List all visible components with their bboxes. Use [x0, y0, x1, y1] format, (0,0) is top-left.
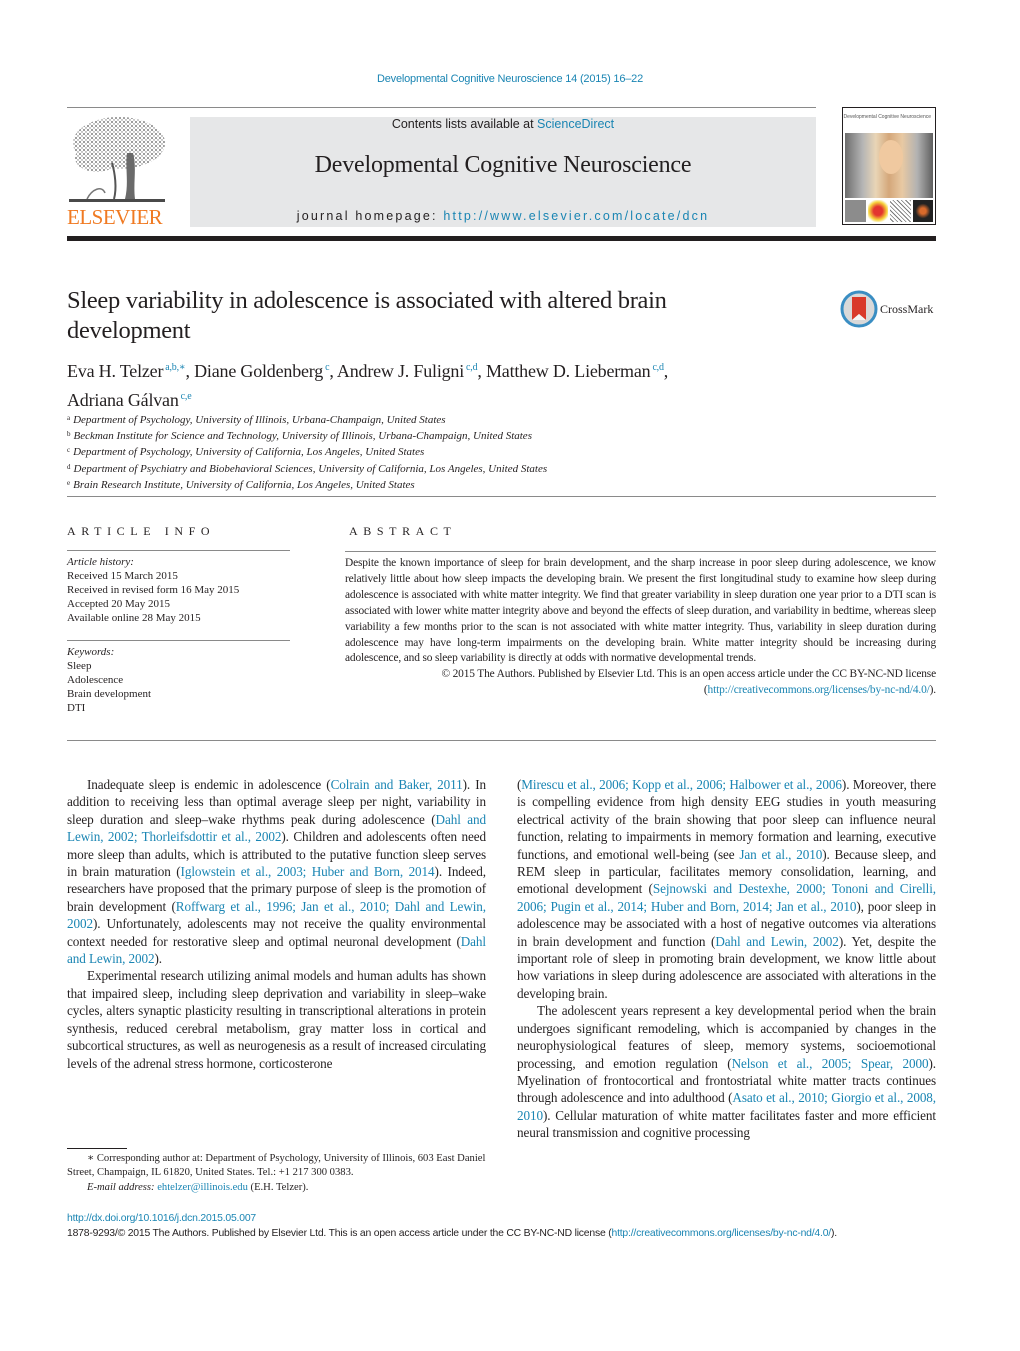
- author-affil-marks[interactable]: a,b,∗: [165, 362, 185, 373]
- body-paragraph: (Mirescu et al., 2006; Kopp et al., 2006…: [517, 776, 936, 1002]
- cover-face: [879, 140, 903, 174]
- affiliation: e Brain Research Institute, University of…: [67, 478, 415, 491]
- contents-line: Contents lists available at ScienceDirec…: [190, 117, 816, 131]
- history-item: Available online 28 May 2015: [67, 612, 201, 624]
- elsevier-wordmark: ELSEVIER: [67, 205, 163, 229]
- author[interactable]: Andrew J. Fuligni c,d: [337, 361, 478, 381]
- abstract-heading: ABSTRACT: [349, 524, 457, 538]
- doi-link[interactable]: http://dx.doi.org/10.1016/j.dcn.2015.05.…: [67, 1213, 256, 1224]
- author-affil-marks[interactable]: c,d: [466, 362, 478, 373]
- citation-link[interactable]: Mirescu et al., 2006; Kopp et al., 2006;…: [521, 777, 842, 792]
- author[interactable]: Adriana Gálvan c,e: [67, 390, 192, 410]
- journal-homepage-line: journal homepage: http://www.elsevier.co…: [190, 209, 816, 223]
- crossmark-icon: [840, 290, 878, 328]
- masthead-thick-rule: [67, 236, 936, 241]
- section-divider: [67, 496, 936, 497]
- author[interactable]: Diane Goldenberg c: [194, 361, 329, 381]
- history-item: Received 15 March 2015: [67, 570, 178, 582]
- running-head[interactable]: Developmental Cognitive Neuroscience 14 …: [0, 73, 1020, 85]
- citation-link[interactable]: Nelson et al., 2005; Spear, 2000: [732, 1056, 929, 1071]
- crossmark-label: CrossMark: [880, 302, 934, 316]
- article-info-heading: ARTICLE INFO: [67, 524, 216, 538]
- body-text: ). Cellular maturation of white matter f…: [517, 1107, 936, 1141]
- abstract-rule: [345, 551, 936, 552]
- cover-title: Developmental Cognitive Neuroscience: [843, 114, 931, 120]
- affiliation: d Department of Psychiatry and Biobehavio…: [67, 462, 548, 475]
- footnote-rule: [67, 1148, 127, 1149]
- body-text: Experimental research utilizing animal m…: [67, 968, 486, 1071]
- doi-block: http://dx.doi.org/10.1016/j.dcn.2015.05.…: [67, 1212, 939, 1241]
- abstract: Despite the known importance of sleep fo…: [345, 556, 936, 699]
- keywords-rule: [67, 640, 290, 641]
- citation-link[interactable]: Iglowstein et al., 2003; Huber and Born,…: [181, 864, 435, 879]
- history-item: Received in revised form 16 May 2015: [67, 584, 240, 596]
- journal-masthead: Contents lists available at ScienceDirec…: [190, 117, 816, 227]
- keyword: Adolescence: [67, 674, 124, 686]
- email-link[interactable]: ehtelzer@illinois.edu: [157, 1182, 248, 1193]
- author-list: Eva H. Telzer a,b,∗, Diane Goldenberg c, A…: [67, 361, 669, 410]
- affiliation: c Department of Psychology, University of…: [67, 446, 425, 459]
- body-paragraph: Inadequate sleep is endemic in adolescen…: [67, 776, 486, 967]
- license-link[interactable]: http://creativecommons.org/licenses/by-n…: [708, 684, 930, 696]
- body-column-left: Inadequate sleep is endemic in adolescen…: [67, 776, 486, 1072]
- sciencedirect-link[interactable]: ScienceDirect: [537, 117, 614, 131]
- article-title: Sleep variability in adolescence is asso…: [67, 287, 667, 344]
- citation-link[interactable]: Dahl and Lewin, 2002: [715, 934, 839, 949]
- abstract-copyright: © 2015 The Authors. Published by Elsevie…: [441, 668, 936, 697]
- affiliation: a Department of Psychology, University of…: [67, 414, 446, 426]
- citation-link[interactable]: Jan et al., 2010: [739, 847, 822, 862]
- keywords: Keywords: Sleep Adolescence Brain develo…: [67, 645, 297, 715]
- abstract-text: Despite the known importance of sleep fo…: [345, 557, 936, 665]
- journal-title: Developmental Cognitive Neuroscience: [314, 152, 692, 178]
- author[interactable]: Eva H. Telzer a,b,∗: [67, 361, 186, 381]
- body-text: Inadequate sleep is endemic in adolescen…: [87, 777, 331, 792]
- corresponding-author: ∗ Corresponding author at: Department of…: [67, 1153, 486, 1179]
- footer-license-link[interactable]: http://creativecommons.org/licenses/by-n…: [611, 1228, 831, 1239]
- keywords-label: Keywords:: [67, 646, 115, 658]
- homepage-prefix: journal homepage:: [296, 209, 444, 223]
- citation-link[interactable]: Colrain and Baker, 2011: [331, 777, 463, 792]
- corresponding-author-footnote: ∗ Corresponding author at: Department of…: [67, 1152, 492, 1195]
- body-column-right: (Mirescu et al., 2006; Kopp et al., 2006…: [517, 776, 936, 1142]
- header-rule: [67, 107, 816, 108]
- article-history: Article history: Received 15 March 2015 …: [67, 555, 297, 625]
- body-text: ).: [154, 951, 163, 967]
- author[interactable]: Matthew D. Lieberman c,d: [486, 361, 664, 381]
- author-affil-marks[interactable]: c,e: [181, 391, 192, 402]
- journal-cover-image[interactable]: Developmental Cognitive Neuroscience: [842, 107, 936, 225]
- history-label: Article history:: [67, 556, 134, 568]
- body-paragraph: The adolescent years represent a key dev…: [517, 1002, 936, 1141]
- crossmark-badge[interactable]: CrossMark: [840, 290, 940, 330]
- affiliations: a Department of Psychology, University of…: [67, 411, 827, 492]
- front-matter-end-rule: [67, 740, 936, 741]
- keyword: Sleep: [67, 660, 92, 672]
- article-info-rule: [67, 550, 290, 551]
- contents-prefix: Contents lists available at: [391, 117, 538, 131]
- body-text: ). Unfortunately, adolescents may not re…: [67, 916, 486, 949]
- body-paragraph: Experimental research utilizing animal m…: [67, 967, 486, 1071]
- cover-thumbnails: [845, 200, 933, 222]
- email-line: E-mail address: ehtelzer@illinois.edu (E…: [87, 1181, 309, 1193]
- author-affil-marks[interactable]: c,d: [652, 362, 664, 373]
- journal-homepage-link[interactable]: http://www.elsevier.com/locate/dcn: [443, 209, 709, 223]
- license-line: 1878-9293/© 2015 The Authors. Published …: [67, 1227, 837, 1239]
- history-item: Accepted 20 May 2015: [67, 598, 170, 610]
- keyword: Brain development: [67, 688, 152, 700]
- keyword: DTI: [67, 702, 86, 714]
- affiliation: b Beckman Institute for Science and Techn…: [67, 430, 532, 443]
